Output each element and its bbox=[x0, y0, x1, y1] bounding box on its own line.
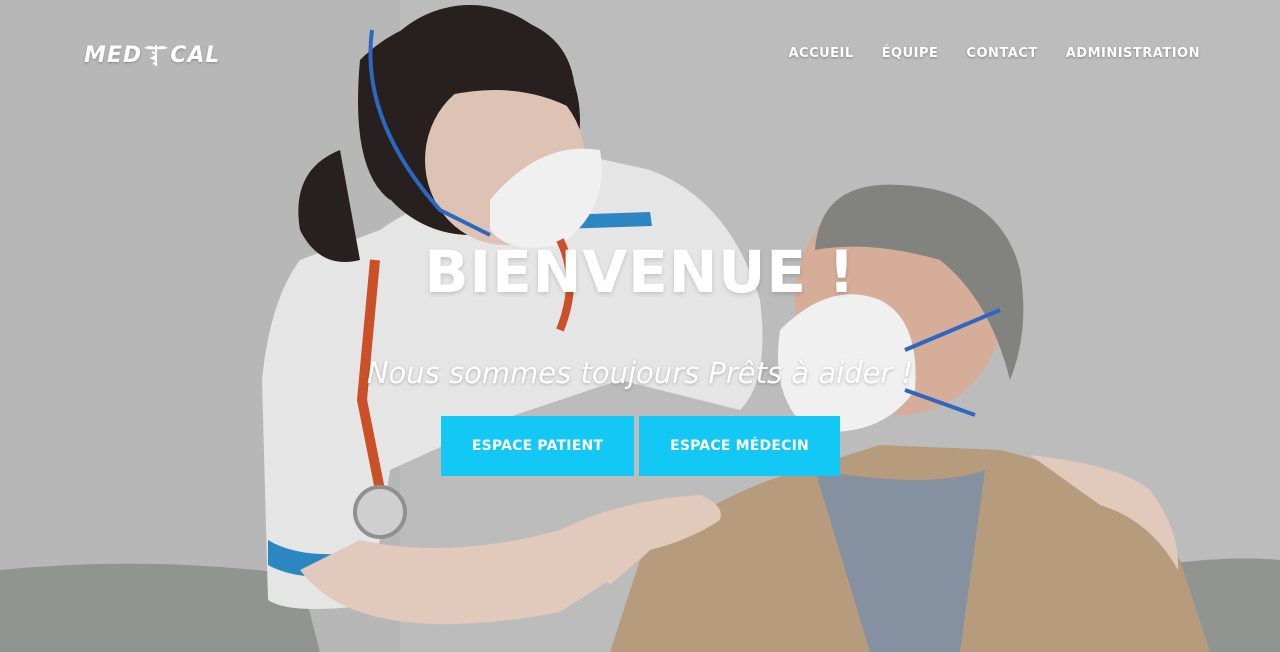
espace-medecin-button[interactable]: ESPACE MÉDECIN bbox=[639, 416, 840, 476]
hero-section: MED CAL ACCUEIL ÉQUIPE CONTACT ADMINISTR… bbox=[0, 0, 1280, 652]
hero-title: BIENVENUE ! bbox=[424, 238, 856, 306]
nav-item-accueil[interactable]: ACCUEIL bbox=[788, 46, 853, 61]
caduceus-icon bbox=[144, 45, 169, 66]
espace-patient-button[interactable]: ESPACE PATIENT bbox=[441, 416, 634, 476]
logo-text-right: CAL bbox=[170, 42, 221, 68]
hero-subtitle: Nous sommes toujours Prêts à aider ! bbox=[366, 356, 914, 390]
nav-item-contact[interactable]: CONTACT bbox=[966, 46, 1037, 61]
nav-item-equipe[interactable]: ÉQUIPE bbox=[882, 46, 939, 61]
navbar: MED CAL ACCUEIL ÉQUIPE CONTACT ADMINISTR… bbox=[0, 0, 1280, 110]
cta-group: ESPACE PATIENT ESPACE MÉDECIN bbox=[441, 416, 840, 476]
logo-text-left: MED bbox=[84, 42, 143, 68]
main-nav: ACCUEIL ÉQUIPE CONTACT ADMINISTRATION bbox=[788, 46, 1200, 61]
nav-item-administration[interactable]: ADMINISTRATION bbox=[1066, 46, 1200, 61]
brand-logo[interactable]: MED CAL bbox=[84, 40, 244, 70]
